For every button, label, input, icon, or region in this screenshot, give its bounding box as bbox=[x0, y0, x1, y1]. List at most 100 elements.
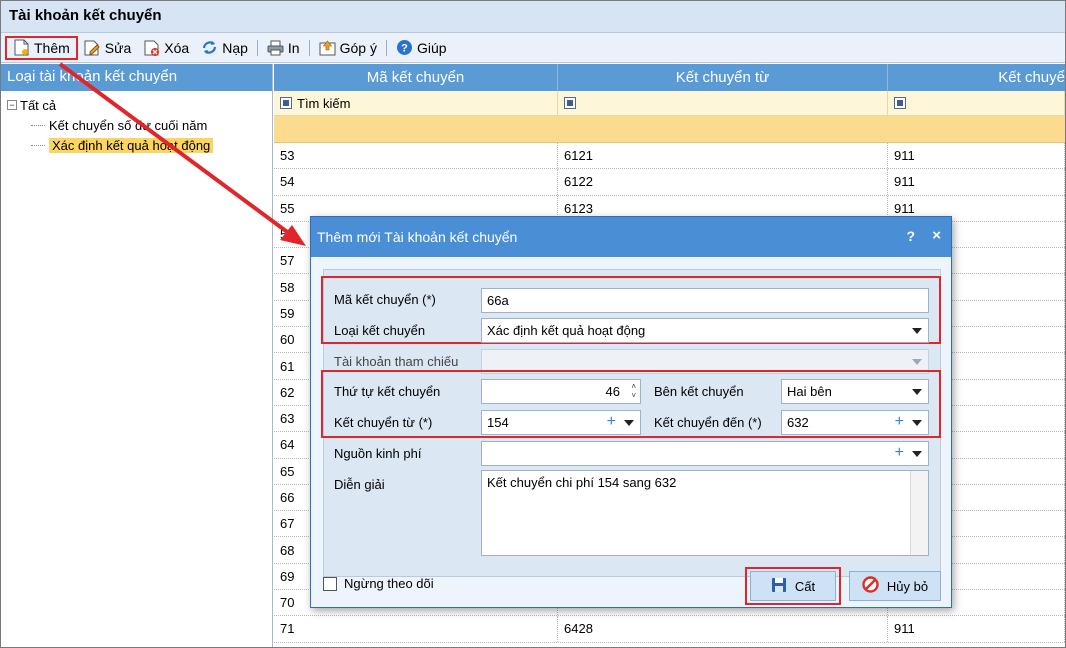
add-button[interactable]: Thêm bbox=[5, 35, 78, 60]
save-button[interactable]: Cất bbox=[750, 571, 836, 601]
column-header-from[interactable]: Kết chuyển từ bbox=[558, 64, 888, 91]
description-label: Diễn giải bbox=[334, 477, 385, 492]
type-value: Xác định kết quả hoạt động bbox=[487, 323, 646, 338]
table-row[interactable]: 53 6121 911 bbox=[274, 143, 1065, 170]
category-tree: − Tất cả Kết chuyển số dư cuối năm Xác đ… bbox=[1, 91, 272, 155]
reload-button[interactable]: Nạp bbox=[195, 36, 254, 60]
stepper-arrows-icon[interactable]: ˄ ˅ bbox=[631, 382, 636, 400]
inactive-checkbox[interactable] bbox=[323, 577, 337, 591]
code-input[interactable]: 66a bbox=[481, 288, 929, 313]
reload-label: Nạp bbox=[222, 39, 248, 56]
feedback-label: Góp ý bbox=[339, 39, 377, 56]
toolbar-separator bbox=[308, 39, 310, 56]
table-cell: 911 bbox=[888, 169, 1065, 195]
dialog-close-button[interactable]: × bbox=[932, 227, 941, 244]
print-label: In bbox=[287, 39, 300, 56]
add-icon[interactable]: + bbox=[895, 413, 904, 431]
tree-connector bbox=[31, 144, 45, 146]
svg-text:?: ? bbox=[401, 43, 408, 55]
table-cell: 54 bbox=[274, 169, 558, 195]
help-icon: ? bbox=[396, 39, 413, 56]
order-stepper[interactable]: 46 ˄ ˅ bbox=[481, 379, 641, 404]
from-account-label: Kết chuyển từ (*) bbox=[334, 415, 433, 430]
code-label: Mã kết chuyển (*) bbox=[334, 292, 436, 307]
column-header-code[interactable]: Mã kết chuyển bbox=[274, 64, 558, 91]
feedback-button[interactable]: Góp ý bbox=[313, 36, 383, 60]
refresh-icon bbox=[201, 39, 218, 56]
edit-button[interactable]: Sửa bbox=[78, 36, 138, 60]
new-document-icon bbox=[13, 39, 30, 56]
to-account-label: Kết chuyển đến (*) bbox=[654, 415, 762, 430]
inactive-label: Ngừng theo dõi bbox=[344, 576, 434, 591]
edit-icon bbox=[84, 39, 101, 56]
add-icon[interactable]: + bbox=[607, 413, 616, 431]
collapse-icon[interactable]: − bbox=[7, 100, 17, 110]
help-button[interactable]: ? Giúp bbox=[390, 36, 453, 60]
tree-root[interactable]: − Tất cả bbox=[7, 95, 272, 115]
description-value: Kết chuyển chi phí 154 sang 632 bbox=[487, 475, 677, 490]
to-account-select[interactable]: 632 + bbox=[781, 410, 929, 435]
dropdown-arrow-icon[interactable] bbox=[912, 328, 922, 334]
table-cell: 6122 bbox=[558, 169, 888, 195]
toolbar-separator bbox=[256, 39, 258, 56]
add-icon[interactable]: + bbox=[895, 444, 904, 462]
save-label: Cất bbox=[794, 578, 816, 594]
table-cell: 53 bbox=[274, 143, 558, 169]
dialog-titlebar: Thêm mới Tài khoản kết chuyển ? × bbox=[311, 217, 951, 257]
code-value: 66a bbox=[487, 293, 509, 308]
cancel-button[interactable]: Hủy bỏ bbox=[849, 571, 941, 601]
table-cell: 6121 bbox=[558, 143, 888, 169]
dropdown-arrow-icon[interactable] bbox=[912, 389, 922, 395]
order-label: Thứ tự kết chuyển bbox=[334, 384, 441, 399]
dropdown-arrow-icon[interactable] bbox=[624, 420, 634, 426]
table-cell: 911 bbox=[888, 143, 1065, 169]
tree-root-label: Tất cả bbox=[20, 97, 57, 113]
side-label: Bên kết chuyển bbox=[654, 384, 744, 399]
tree-connector bbox=[31, 124, 45, 126]
dialog-form: Mã kết chuyển (*) 66a Loại kết chuyển Xá… bbox=[321, 269, 941, 577]
fund-source-select[interactable]: + bbox=[481, 441, 929, 466]
from-account-value: 154 bbox=[487, 415, 509, 430]
table-row[interactable]: 54 6122 911 bbox=[274, 169, 1065, 196]
column-header-to[interactable]: Kết chuyể bbox=[888, 64, 1065, 91]
filter-placeholder: Tìm kiếm bbox=[297, 95, 351, 111]
description-scrollbar[interactable] bbox=[910, 471, 928, 555]
filter-operator-icon[interactable] bbox=[894, 97, 906, 109]
grid-new-row[interactable] bbox=[274, 116, 1065, 143]
dropdown-arrow-icon[interactable] bbox=[912, 420, 922, 426]
side-select[interactable]: Hai bên bbox=[781, 379, 929, 404]
edit-label: Sửa bbox=[104, 39, 132, 56]
fund-source-label: Nguồn kinh phí bbox=[334, 446, 422, 461]
delete-label: Xóa bbox=[164, 39, 190, 56]
print-button[interactable]: In bbox=[261, 36, 306, 60]
filter-operator-icon[interactable] bbox=[564, 97, 576, 109]
filter-operator-icon[interactable] bbox=[280, 97, 292, 109]
tree-item-operating-result[interactable]: Xác định kết quả hoạt động bbox=[31, 135, 272, 155]
toolbar-separator bbox=[385, 39, 387, 56]
filter-cell-code[interactable]: Tìm kiếm bbox=[274, 91, 558, 115]
category-panel: Loại tài khoản kết chuyển − Tất cả Kết c… bbox=[1, 64, 273, 647]
tree-item-year-end-balance[interactable]: Kết chuyển số dư cuối năm bbox=[31, 115, 272, 135]
grid-filter-row: Tìm kiếm bbox=[274, 91, 1065, 116]
filter-cell-to[interactable] bbox=[888, 91, 1065, 115]
tree-item-label: Xác định kết quả hoạt động bbox=[49, 137, 214, 153]
dialog-help-button[interactable]: ? bbox=[906, 228, 915, 244]
dropdown-arrow-icon[interactable] bbox=[912, 451, 922, 457]
printer-icon bbox=[267, 39, 284, 56]
from-account-select[interactable]: 154 + bbox=[481, 410, 641, 435]
type-label: Loại kết chuyển bbox=[334, 323, 426, 338]
filter-cell-from[interactable] bbox=[558, 91, 888, 115]
grid-header: Mã kết chuyển Kết chuyển từ Kết chuyể bbox=[274, 64, 1065, 91]
description-textarea[interactable]: Kết chuyển chi phí 154 sang 632 bbox=[481, 470, 929, 556]
dialog-title: Thêm mới Tài khoản kết chuyển bbox=[317, 229, 518, 245]
side-value: Hai bên bbox=[787, 384, 832, 399]
category-panel-header: Loại tài khoản kết chuyển bbox=[1, 64, 272, 91]
table-cell: 71 bbox=[274, 616, 558, 642]
type-select[interactable]: Xác định kết quả hoạt động bbox=[481, 318, 929, 343]
ref-account-label: Tài khoản tham chiếu bbox=[334, 354, 459, 369]
window-title: Tài khoản kết chuyển bbox=[1, 1, 1065, 33]
dropdown-arrow-icon bbox=[912, 359, 922, 365]
table-row[interactable]: 71 6428 911 bbox=[274, 616, 1065, 643]
delete-button[interactable]: Xóa bbox=[137, 36, 195, 60]
table-cell: 911 bbox=[888, 616, 1065, 642]
